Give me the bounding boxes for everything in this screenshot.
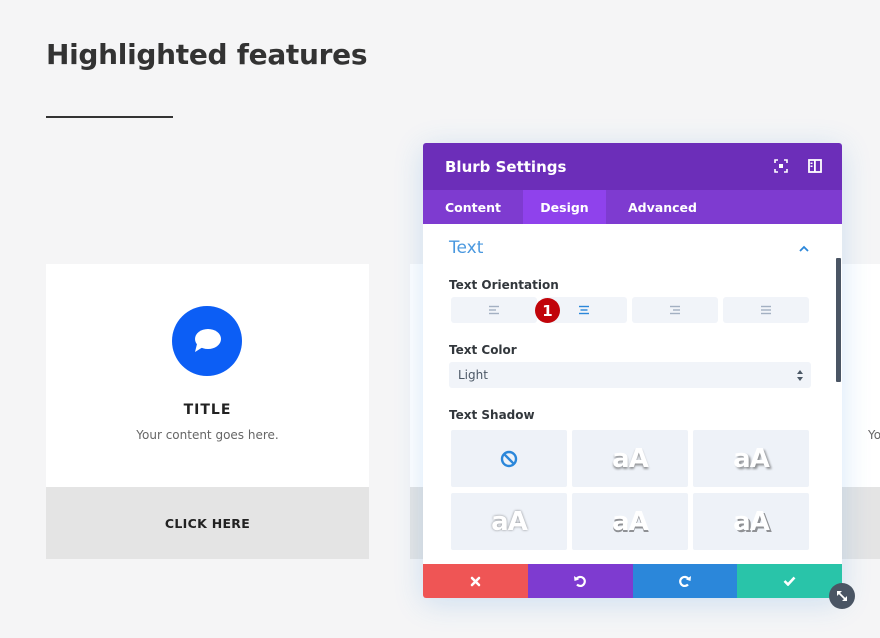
text-shadow-option[interactable]: aA xyxy=(693,430,809,487)
scrollbar[interactable] xyxy=(836,258,841,382)
select-arrows-icon xyxy=(797,370,803,381)
blurb-card[interactable]: TITLE Your content goes here. CLICK HERE xyxy=(46,264,369,559)
resize-icon xyxy=(837,591,847,601)
card-title: TITLE xyxy=(183,402,232,418)
no-shadow-icon xyxy=(500,450,518,467)
align-justify-button[interactable] xyxy=(723,297,809,323)
redo-icon xyxy=(679,575,691,588)
text-shadow-label: Text Shadow xyxy=(449,408,535,422)
page-title: Highlighted features xyxy=(46,38,368,71)
text-color-value: Light xyxy=(458,368,488,382)
align-center-icon xyxy=(579,305,589,315)
blurb-settings-modal: Blurb Settings Content Design Advanced T… xyxy=(423,143,842,598)
focus-mode-icon[interactable] xyxy=(774,159,788,173)
text-shadow-option[interactable]: aA xyxy=(572,430,688,487)
tab-content[interactable]: Content xyxy=(423,190,523,224)
text-shadow-none-option[interactable] xyxy=(451,430,567,487)
text-color-label: Text Color xyxy=(449,343,517,357)
modal-body: Text Text Orientation 1 Text Color Light… xyxy=(423,224,842,564)
card-text: Yo xyxy=(868,428,880,442)
title-divider xyxy=(46,116,173,118)
text-color-select[interactable]: Light xyxy=(449,362,811,388)
text-shadow-option[interactable]: aA xyxy=(693,493,809,550)
resize-handle[interactable] xyxy=(829,583,855,609)
align-left-icon xyxy=(489,305,499,315)
blurb-card[interactable]: Yo xyxy=(842,264,880,559)
undo-icon xyxy=(574,575,586,588)
discard-button[interactable] xyxy=(423,564,528,598)
tab-design[interactable]: Design xyxy=(523,190,606,224)
card-button[interactable]: CLICK HERE xyxy=(46,487,369,559)
text-orientation-label: Text Orientation xyxy=(449,278,559,292)
redo-button[interactable] xyxy=(632,564,738,598)
chevron-up-icon[interactable] xyxy=(799,244,809,254)
modal-header[interactable]: Blurb Settings xyxy=(423,143,842,190)
text-shadow-option[interactable]: aA xyxy=(572,493,688,550)
step-badge: 1 xyxy=(535,298,560,323)
align-right-icon xyxy=(670,305,680,315)
undo-button[interactable] xyxy=(527,564,633,598)
align-right-button[interactable] xyxy=(632,297,718,323)
chat-bubble-icon xyxy=(172,306,242,376)
text-shadow-option[interactable]: aA xyxy=(451,493,567,550)
align-left-button[interactable] xyxy=(451,297,537,323)
check-icon xyxy=(783,576,796,586)
modal-title: Blurb Settings xyxy=(445,157,567,176)
card-text: Your content goes here. xyxy=(136,428,279,442)
card-button[interactable] xyxy=(842,487,880,559)
align-justify-icon xyxy=(761,305,771,315)
sidebar-toggle-icon[interactable] xyxy=(808,159,822,173)
save-button[interactable] xyxy=(737,564,842,598)
section-title-text[interactable]: Text xyxy=(449,238,483,258)
tab-advanced[interactable]: Advanced xyxy=(606,190,719,224)
modal-footer xyxy=(423,564,842,598)
close-icon xyxy=(470,576,481,586)
modal-tabs: Content Design Advanced xyxy=(423,190,842,224)
